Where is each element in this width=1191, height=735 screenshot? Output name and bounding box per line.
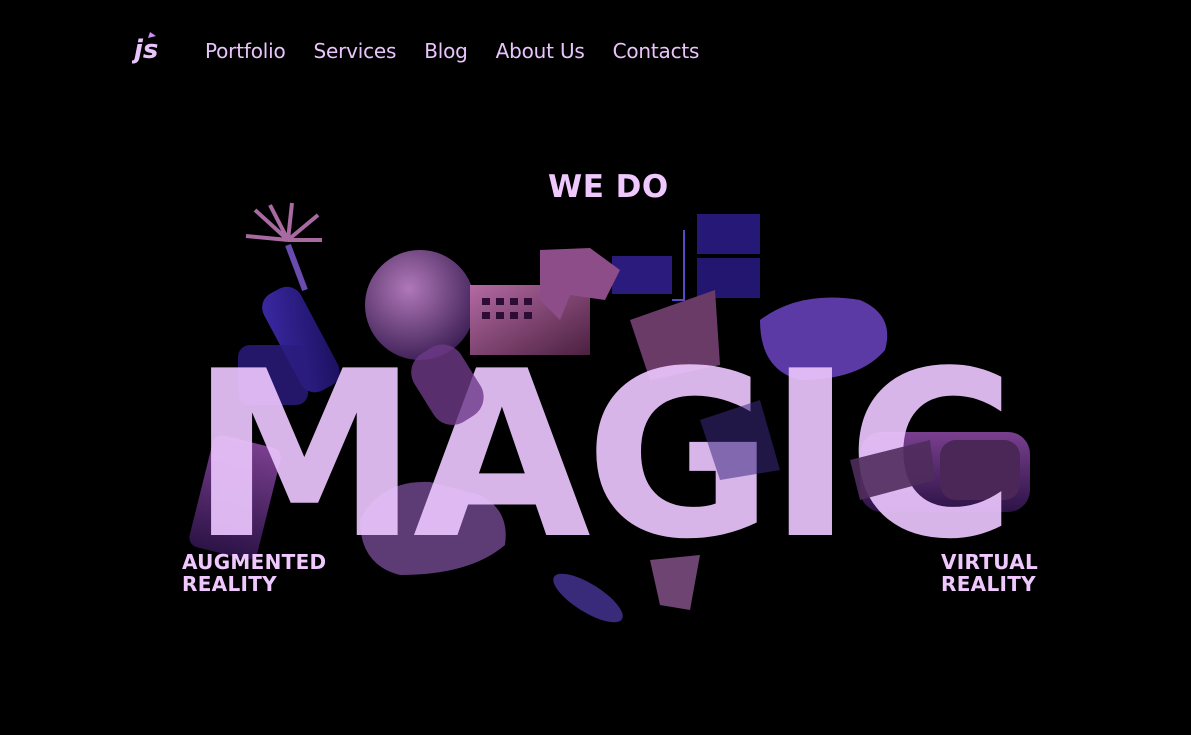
hero-kicker: WE DO	[548, 169, 669, 205]
augmented-reality-label[interactable]: AUGMENTED REALITY	[182, 551, 326, 595]
magic-collage-illustration: MAGIC	[189, 202, 1030, 623]
augmented-reality-line2: REALITY	[182, 572, 277, 596]
palm-tree-object	[245, 202, 322, 292]
hero-artwork: MAGIC	[0, 0, 1191, 735]
virtual-reality-line1: VIRTUAL	[941, 550, 1039, 574]
virtual-reality-line2: REALITY	[941, 572, 1036, 596]
virtual-reality-label[interactable]: VIRTUAL REALITY	[941, 551, 1038, 595]
augmented-reality-line1: AUGMENTED	[182, 550, 327, 574]
